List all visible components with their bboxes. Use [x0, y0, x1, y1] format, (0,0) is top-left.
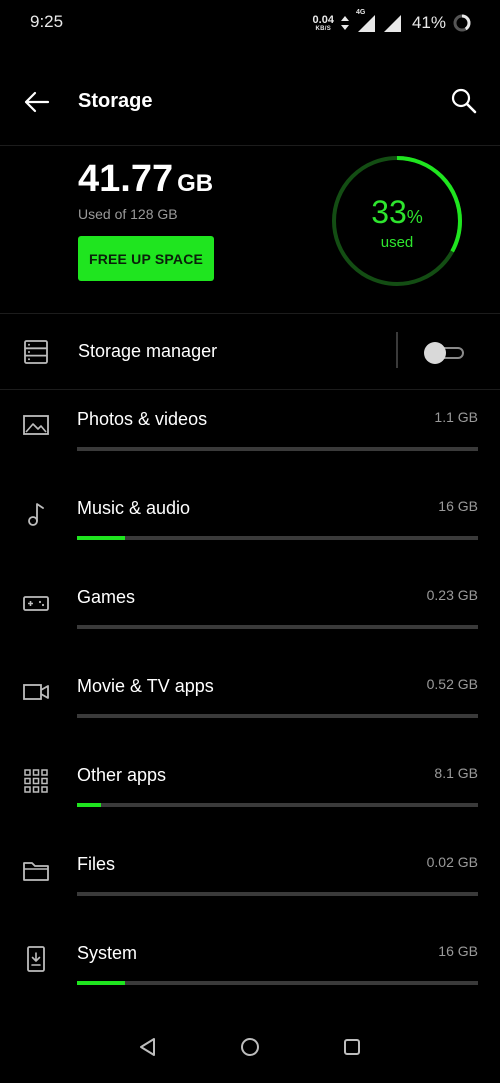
free-up-space-button[interactable]: FREE UP SPACE	[78, 236, 214, 281]
video-camera-icon	[23, 684, 49, 700]
category-label: Photos & videos	[77, 409, 208, 429]
category-icon-wrap	[22, 411, 50, 439]
battery-ring-icon	[453, 14, 471, 32]
nav-back-icon	[140, 1038, 155, 1056]
network-speed-value: 0.04	[312, 13, 334, 26]
storage-manager-row[interactable]: Storage manager	[0, 313, 500, 390]
category-usage-bar	[77, 447, 478, 451]
used-percent-value: 33	[371, 194, 407, 230]
category-other-apps[interactable]: Other apps 8.1 GB	[0, 745, 500, 834]
category-icon-wrap	[22, 500, 50, 528]
category-movie-tv-apps[interactable]: Movie & TV apps 0.52 GB	[0, 656, 500, 745]
category-usage-bar	[77, 981, 478, 985]
network-speed-unit: KB/S	[315, 25, 332, 32]
category-usage-bar	[77, 803, 478, 807]
used-amount: 41.77 GB	[78, 158, 213, 201]
category-usage-fill	[77, 981, 126, 985]
status-bar: 9:25 0.04 KB/S 4G 41%	[0, 0, 500, 46]
category-size: 0.23 GB	[426, 587, 478, 603]
category-photos-videos[interactable]: Photos & videos 1.1 GB	[0, 389, 500, 478]
category-games[interactable]: Games 0.23 GB	[0, 567, 500, 656]
nav-home-icon	[241, 1038, 259, 1056]
used-percent-sign: %	[406, 207, 423, 227]
back-button[interactable]	[18, 84, 56, 120]
category-icon-wrap	[22, 589, 50, 617]
data-arrows-icon	[340, 16, 349, 30]
page-title: Storage	[78, 90, 153, 112]
app-bar: Storage	[0, 70, 500, 134]
category-icon-wrap	[22, 945, 50, 973]
category-label: Files	[77, 854, 116, 874]
image-icon	[23, 415, 49, 435]
category-icon-wrap	[22, 678, 50, 706]
storage-manager-toggle[interactable]	[424, 342, 466, 364]
category-size: 0.02 GB	[426, 854, 478, 870]
category-label: System	[77, 943, 138, 963]
nav-recents-icon	[344, 1039, 360, 1055]
usage-donut: 33% used	[330, 154, 464, 288]
category-label: Other apps	[77, 765, 167, 785]
cellular-signal-2-icon	[383, 15, 401, 32]
category-label: Movie & TV apps	[77, 676, 214, 696]
apps-grid-icon	[24, 769, 48, 793]
category-usage-bar	[77, 536, 478, 540]
category-usage-bar	[77, 892, 478, 896]
used-percent: 33%	[330, 194, 464, 231]
cellular-signal-1-icon: 4G	[356, 9, 376, 33]
gamepad-icon	[23, 596, 49, 611]
divider	[396, 332, 398, 368]
status-indicators: 0.04 KB/S 4G 41%	[312, 9, 472, 36]
nav-home-button[interactable]	[237, 1034, 263, 1060]
music-note-icon	[28, 503, 44, 526]
search-icon	[451, 88, 477, 114]
storage-manager-icon-wrap	[22, 338, 50, 366]
category-music-audio[interactable]: Music & audio 16 GB	[0, 478, 500, 567]
category-size: 1.1 GB	[434, 409, 478, 425]
folder-icon	[23, 862, 49, 881]
category-size: 0.52 GB	[426, 676, 478, 692]
category-size: 16 GB	[438, 943, 478, 959]
used-of-total: Used of 128 GB	[78, 206, 178, 222]
toggle-thumb	[424, 342, 446, 364]
battery-percentage: 41%	[411, 13, 446, 32]
storage-summary: 41.77 GB Used of 128 GB FREE UP SPACE 33%…	[0, 145, 500, 314]
system-nav-bar	[0, 1010, 500, 1083]
category-usage-fill	[77, 803, 102, 807]
category-icon-wrap	[22, 767, 50, 795]
network-speed: 0.04 KB/S	[312, 13, 334, 32]
category-size: 8.1 GB	[434, 765, 478, 781]
category-label: Games	[77, 587, 136, 607]
category-icon-wrap	[22, 856, 50, 884]
category-usage-bar	[77, 714, 478, 718]
used-value: 41.77	[78, 158, 174, 200]
server-icon	[24, 340, 48, 364]
category-usage-fill	[77, 536, 126, 540]
category-usage-bar	[77, 625, 478, 629]
category-files[interactable]: Files 0.02 GB	[0, 834, 500, 923]
used-percent-label: used	[380, 234, 414, 251]
search-button[interactable]	[444, 82, 484, 122]
status-time: 9:25	[30, 12, 64, 31]
category-size: 16 GB	[438, 498, 478, 514]
arrow-left-icon	[24, 91, 50, 113]
category-label: Music & audio	[77, 498, 191, 518]
nav-recents-button[interactable]	[339, 1034, 365, 1060]
phone-download-icon	[27, 946, 45, 972]
used-unit: GB	[177, 170, 214, 197]
nav-back-button[interactable]	[135, 1034, 161, 1060]
storage-manager-label: Storage manager	[78, 341, 218, 361]
category-system[interactable]: System 16 GB	[0, 923, 500, 1012]
